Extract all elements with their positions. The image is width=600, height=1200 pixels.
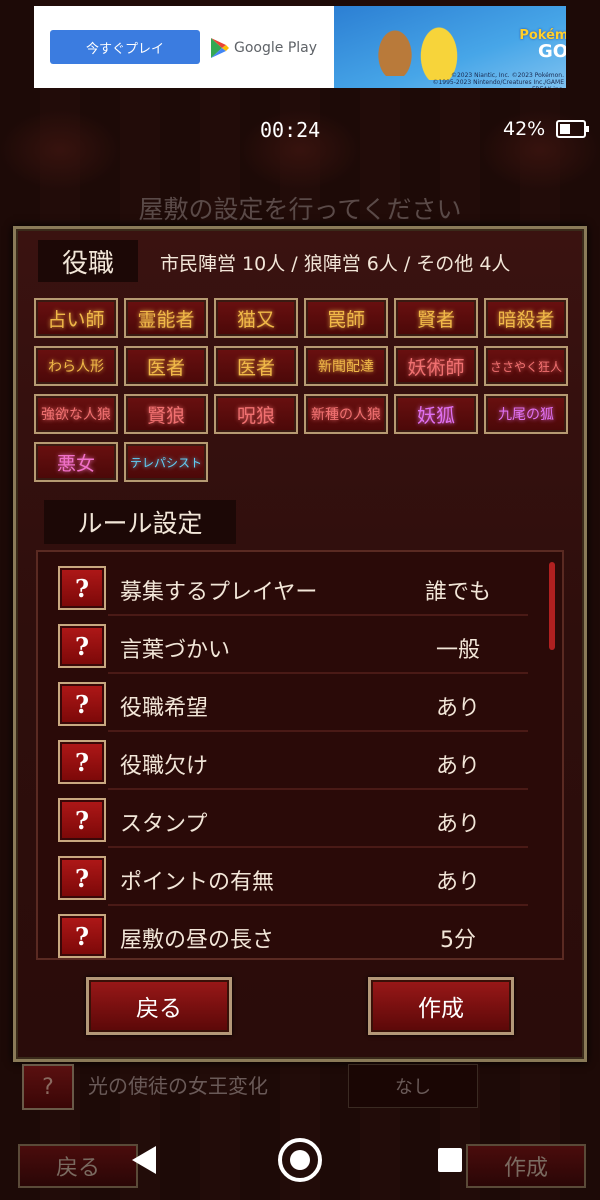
- rule-row[interactable]: ? 屋敷の昼の長さ 5分: [38, 906, 548, 958]
- background-back-button: 戻る: [18, 1144, 138, 1188]
- eevee-image: [374, 24, 416, 76]
- pikachu-image: [416, 20, 462, 80]
- rule-name: スタンプ: [120, 812, 208, 837]
- help-icon[interactable]: ?: [58, 566, 106, 610]
- role-button[interactable]: 暗殺者: [484, 298, 568, 338]
- role-button[interactable]: 九尾の狐: [484, 394, 568, 434]
- help-icon[interactable]: ?: [58, 798, 106, 842]
- rule-value: 一般: [435, 638, 480, 663]
- ad-banner[interactable]: 今すぐプレイ Google Play Pokémon GO ©2023 Nian…: [34, 6, 566, 88]
- rule-row[interactable]: ? 募集するプレイヤー 誰でも: [38, 558, 548, 616]
- status-time: 00:24: [260, 118, 321, 142]
- team-summary: 市民陣営 10人 / 狼陣営 6人 / その他 4人: [160, 253, 511, 275]
- background-create-button: 作成: [466, 1144, 586, 1188]
- rule-value: あり: [435, 754, 480, 779]
- back-button[interactable]: 戻る: [86, 977, 232, 1035]
- battery-fill: [560, 124, 570, 134]
- create-button[interactable]: 作成: [368, 977, 514, 1035]
- role-button[interactable]: 医者: [214, 346, 298, 386]
- rule-name: 役職欠け: [120, 754, 209, 779]
- role-button[interactable]: 新聞配達: [304, 346, 388, 386]
- ad-play-now-button[interactable]: 今すぐプレイ: [50, 30, 200, 64]
- ad-copyright-line1: ©2023 Niantic, Inc. ©2023 Pokémon.: [450, 72, 564, 79]
- background-rule-value: なし: [348, 1064, 478, 1108]
- role-button[interactable]: 呪狼: [214, 394, 298, 434]
- battery-percent: 42%: [503, 118, 546, 140]
- role-button[interactable]: ささやく狂人: [484, 346, 568, 386]
- rule-value: 5分: [440, 928, 476, 953]
- role-button[interactable]: わら人形: [34, 346, 118, 386]
- role-button[interactable]: 罠師: [304, 298, 388, 338]
- rule-list[interactable]: ? 募集するプレイヤー 誰でも? 言葉づかい 一般? 役職希望 あり? 役職欠け あり? スタンプ…: [36, 550, 564, 960]
- role-button[interactable]: 強欲な人狼: [34, 394, 118, 434]
- rule-row[interactable]: ? 言葉づかい 一般: [38, 616, 548, 674]
- role-button[interactable]: 悪女: [34, 442, 118, 482]
- rule-name: 役職希望: [120, 696, 209, 721]
- google-play-label: Google Play: [234, 40, 318, 56]
- pokemon-go-logo: Pokémon GO: [512, 16, 566, 72]
- rule-value: あり: [435, 696, 480, 721]
- rule-value: あり: [435, 812, 480, 837]
- rule-value: 誰でも: [424, 580, 491, 605]
- page-title: 屋敷の設定を行ってください: [138, 195, 462, 224]
- roles-section-label: 役職: [38, 240, 138, 282]
- nav-home-icon[interactable]: [278, 1138, 322, 1182]
- battery-icon: [556, 120, 589, 138]
- nav-back-icon[interactable]: [132, 1146, 156, 1174]
- role-button[interactable]: 賢狼: [124, 394, 208, 434]
- role-button[interactable]: 霊能者: [124, 298, 208, 338]
- rule-row[interactable]: ? 役職欠け あり: [38, 732, 548, 790]
- role-button[interactable]: 猫又: [214, 298, 298, 338]
- rule-name: 言葉づかい: [120, 638, 231, 663]
- role-button[interactable]: 医者: [124, 346, 208, 386]
- help-icon[interactable]: ?: [58, 624, 106, 668]
- rule-name: 募集するプレイヤー: [120, 580, 318, 605]
- background-help-icon: ?: [22, 1064, 74, 1110]
- rule-name: ポイントの有無: [120, 870, 275, 895]
- role-button[interactable]: 新種の人狼: [304, 394, 388, 434]
- help-icon[interactable]: ?: [58, 856, 106, 900]
- ad-copyright: ©2023 Niantic, Inc. ©2023 Pokémon. ©1995…: [418, 72, 564, 88]
- logo-go-text: GO: [537, 40, 566, 62]
- help-icon[interactable]: ?: [58, 740, 106, 784]
- rule-value: あり: [435, 870, 480, 895]
- role-button[interactable]: 賢者: [394, 298, 478, 338]
- rule-name: 屋敷の昼の長さ: [120, 928, 275, 953]
- rule-list-scrollbar[interactable]: [549, 562, 555, 650]
- role-button[interactable]: 妖術師: [394, 346, 478, 386]
- background-rule-row: ? 光の使徒の女王変化 なし: [22, 1064, 578, 1114]
- nav-recent-apps-icon[interactable]: [438, 1148, 462, 1172]
- ad-copyright-line2: ©1995-2023 Nintendo/Creatures Inc./GAME …: [432, 79, 564, 88]
- rule-row[interactable]: ? ポイントの有無 あり: [38, 848, 548, 906]
- role-button[interactable]: 占い師: [34, 298, 118, 338]
- rule-row[interactable]: ? スタンプ あり: [38, 790, 548, 848]
- rules-section-label: ルール設定: [44, 500, 236, 544]
- role-button[interactable]: 妖狐: [394, 394, 478, 434]
- help-icon[interactable]: ?: [58, 682, 106, 726]
- google-play-icon: [211, 38, 229, 58]
- background-rule-name: 光の使徒の女王変化: [88, 1074, 268, 1098]
- help-icon[interactable]: ?: [58, 914, 106, 958]
- rule-row[interactable]: ? 役職希望 あり: [38, 674, 548, 732]
- role-button[interactable]: テレパシスト: [124, 442, 208, 482]
